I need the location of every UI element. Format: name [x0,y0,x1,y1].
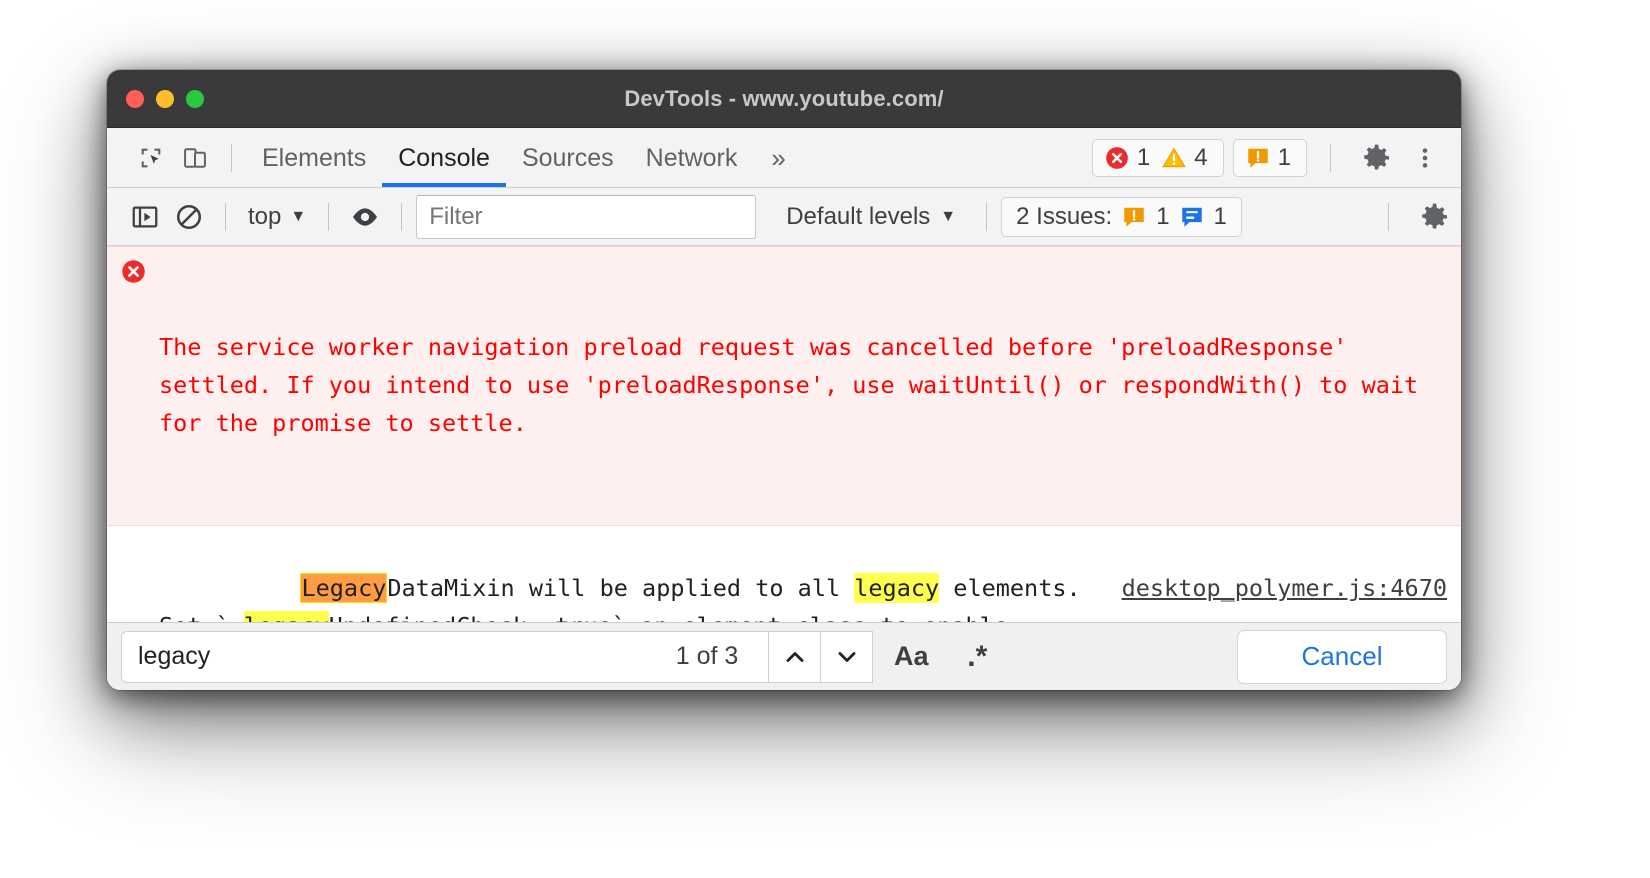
search-input[interactable] [138,642,676,671]
log-levels-label: Default levels [786,202,931,230]
issues-counter[interactable]: 1 [1232,138,1307,177]
devtools-tabbar: Elements Console Sources Network » 1 4 1 [107,128,1461,188]
console-toolbar-divider-1 [225,202,226,231]
close-window-button[interactable] [126,89,144,108]
issue-bubble-icon [1247,148,1268,168]
console-message-list: The service worker navigation preload re… [107,246,1461,622]
console-settings-gear-icon[interactable] [1413,195,1457,239]
execution-context-dropdown[interactable]: top ▼ [240,203,314,231]
filter-input[interactable] [416,194,757,239]
issues-summary-button[interactable]: 2 Issues: 1 1 [1001,196,1242,237]
tab-sources[interactable]: Sources [506,128,630,187]
log-levels-dropdown[interactable]: Default levels ▼ [770,203,972,231]
console-message-error[interactable]: The service worker navigation preload re… [107,246,1461,526]
search-match-active: Legacy [300,573,388,603]
log-text-part-4: UndefinedCheck: true` on element class t… [329,612,1022,622]
search-field-wrapper[interactable]: 1 of 3 [121,630,770,683]
match-case-toggle[interactable]: Aa [883,631,939,683]
more-tabs-icon[interactable]: » [753,145,803,171]
chevron-down-icon: ▼ [290,207,307,225]
cancel-button[interactable]: Cancel [1237,629,1447,684]
regex-toggle[interactable]: .* [949,631,1005,683]
tab-console[interactable]: Console [382,128,506,187]
error-warning-counter[interactable]: 1 4 [1091,138,1224,177]
search-match-count: 1 of 3 [675,642,739,670]
device-toolbar-icon[interactable] [173,136,217,180]
issues-warning-count: 1 [1156,202,1170,230]
issues-label: 2 Issues: [1016,202,1113,230]
error-count: 1 [1136,143,1151,171]
issue-count: 1 [1277,143,1291,171]
window-titlebar: DevTools - www.youtube.com/ [107,70,1461,128]
inspect-element-icon[interactable] [129,136,173,180]
console-toolbar-divider-4 [986,202,988,231]
console-search-bar: 1 of 3 Aa .* Cancel [107,622,1461,690]
console-toolbar-divider-2 [328,202,330,231]
issues-info-count: 1 [1213,202,1227,230]
issue-info-icon [1181,207,1202,227]
console-toolbar-divider-3 [401,202,403,231]
kebab-menu-icon[interactable] [1403,136,1447,180]
minimize-window-button[interactable] [156,89,174,108]
source-location-link[interactable]: desktop_polymer.js:4670 [1122,569,1447,607]
message-gutter-log [107,531,159,537]
message-body-log: desktop_polymer.js:4670 LegacyDataMixin w… [159,531,1461,622]
message-body: The service worker navigation preload re… [159,252,1461,518]
gear-icon[interactable] [1355,136,1399,180]
screenshot-root: DevTools - www.youtube.com/ Elements Con… [0,0,1650,878]
tabbar-divider-2 [1330,143,1331,172]
console-sidebar-icon[interactable] [123,195,167,239]
error-circle-icon [1106,146,1128,169]
search-next-button[interactable] [821,630,874,683]
traffic-lights [126,89,204,108]
maximize-window-button[interactable] [186,89,204,108]
console-message-log[interactable]: desktop_polymer.js:4670 LegacyDataMixin w… [107,526,1461,622]
tab-elements[interactable]: Elements [246,128,382,187]
console-toolbar: top ▼ Default levels ▼ 2 Issues: [107,188,1461,246]
error-message-text: The service worker navigation preload re… [159,333,1433,437]
tab-network[interactable]: Network [630,128,754,187]
devtools-window: DevTools - www.youtube.com/ Elements Con… [107,70,1461,690]
log-text-part-2: DataMixin will be applied to all [387,574,855,602]
chevron-down-icon-levels: ▼ [940,207,957,225]
clear-console-icon[interactable] [167,195,211,239]
console-toolbar-divider-5 [1388,202,1389,231]
chevron-up-icon [786,651,804,662]
tabbar-divider [231,143,232,172]
issue-warning-icon [1124,207,1144,227]
live-expression-icon[interactable] [343,195,387,239]
window-title: DevTools - www.youtube.com/ [624,85,944,111]
execution-context-label: top [248,202,282,230]
error-circle-icon [121,260,145,283]
warning-count: 4 [1194,143,1208,171]
warning-triangle-icon [1162,146,1187,167]
search-previous-button[interactable] [769,630,822,683]
message-gutter [107,252,159,285]
search-match-2: legacy [243,611,329,622]
search-match-1: legacy [854,573,940,603]
chevron-down-icon [838,651,856,662]
